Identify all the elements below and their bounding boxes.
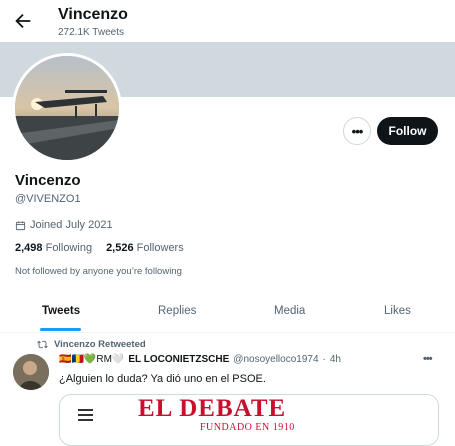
- tweet-author-avatar[interactable]: [13, 354, 49, 390]
- avatar-photo: [13, 354, 49, 390]
- following-link[interactable]: 2,498 Following: [15, 242, 92, 254]
- followers-label: Followers: [136, 242, 184, 254]
- profile-tabs: Tweets Replies Media Likes: [0, 295, 455, 333]
- card-tagline: FUNDADO EN 1910: [200, 422, 295, 433]
- link-preview-card[interactable]: EL DEBATE FUNDADO EN 1910: [59, 394, 439, 446]
- tab-replies[interactable]: Replies: [158, 305, 196, 317]
- card-brand: EL DEBATE: [138, 395, 287, 422]
- following-label: Following: [45, 242, 93, 254]
- tab-tweets[interactable]: Tweets: [42, 305, 80, 317]
- active-tab-indicator: [40, 328, 81, 331]
- profile-name: Vincenzo: [15, 172, 81, 189]
- joined-label: Joined July 2021: [30, 219, 113, 231]
- profile-avatar[interactable]: [12, 53, 122, 163]
- followers-count: 2,526: [106, 242, 134, 254]
- tweet-author-handle[interactable]: @nosoyelloco1974: [233, 354, 318, 365]
- retweet-icon: [37, 340, 48, 349]
- following-count: 2,498: [15, 242, 43, 254]
- page-title: Vincenzo: [58, 6, 128, 23]
- tab-media[interactable]: Media: [274, 305, 305, 317]
- tweet-more-button[interactable]: •••: [423, 353, 433, 365]
- not-followed-note: Not followed by anyone you’re following: [15, 266, 182, 277]
- tweet-separator: ·: [322, 354, 326, 365]
- calendar-icon: [15, 220, 26, 230]
- profile-handle: @VIVENZO1: [15, 193, 81, 205]
- follow-button[interactable]: Follow: [377, 117, 438, 145]
- followers-link[interactable]: 2,526 Followers: [106, 242, 184, 254]
- retweet-label: Vincenzo Retweeted: [54, 339, 146, 350]
- avatar-photo: [15, 56, 119, 160]
- tweet-time[interactable]: 4h: [330, 354, 341, 365]
- profile-header: Vincenzo 272.1K Tweets: [0, 0, 455, 42]
- tweet-count: 272.1K Tweets: [58, 27, 124, 38]
- tab-likes[interactable]: Likes: [384, 305, 411, 317]
- more-options-button[interactable]: •••: [343, 117, 371, 145]
- retweet-indicator: Vincenzo Retweeted: [37, 339, 146, 350]
- joined-date: Joined July 2021: [15, 219, 113, 231]
- tweet-header: 🇪🇸🇷🇴💚RM🤍 EL LOCONIETZSCHE @nosoyelloco19…: [59, 354, 341, 365]
- back-arrow-icon[interactable]: [12, 10, 34, 32]
- tweet-text: ¿Alguien lo duda? Ya dió uno en el PSOE.: [59, 373, 266, 385]
- menu-icon: [78, 409, 93, 421]
- follow-stats: 2,498 Following 2,526 Followers: [15, 242, 184, 254]
- tweet-author-name[interactable]: EL LOCONIETZSCHE: [128, 354, 229, 365]
- author-flags: 🇪🇸🇷🇴💚RM🤍: [59, 354, 125, 365]
